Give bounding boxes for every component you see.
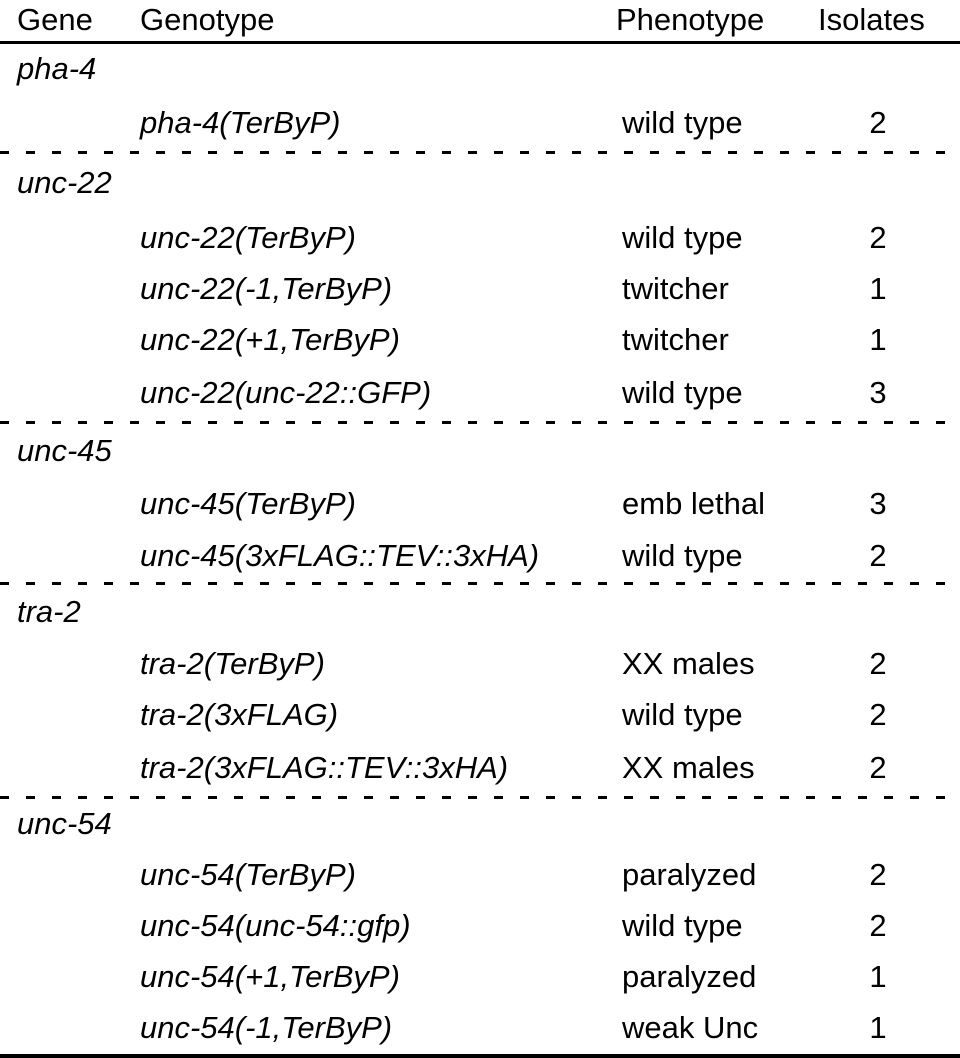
isolates-cell: 2 [869, 538, 887, 573]
phenotype-cell: wild type [622, 220, 743, 255]
table-row: unc-54(TerByP) paralyzed 2 [0, 849, 960, 900]
genotype-cell: tra-2(3xFLAG) [140, 697, 339, 732]
isolates-cell: 2 [869, 908, 887, 943]
column-header-isolates: Isolates [818, 2, 925, 37]
genotype-cell: unc-54(+1,TerByP) [140, 959, 400, 994]
phenotype-cell: weak Unc [622, 1010, 759, 1045]
genotype-cell: unc-45(TerByP) [140, 486, 356, 521]
genotype-phenotype-table: Gene Genotype Phenotype Isolates pha-4 ph… [0, 0, 960, 1058]
isolates-cell: 2 [869, 646, 887, 681]
gene-name: tra-2 [17, 594, 81, 629]
isolates-cell: 2 [869, 220, 887, 255]
gene-name: unc-22 [17, 165, 112, 200]
phenotype-cell: XX males [622, 646, 755, 681]
table-row: unc-54(unc-54::gfp) wild type 2 [0, 900, 960, 951]
isolates-cell: 1 [869, 959, 887, 994]
genotype-cell: unc-54(-1,TerByP) [140, 1010, 393, 1045]
isolates-cell: 1 [869, 1010, 887, 1045]
phenotype-cell: paralyzed [622, 857, 757, 892]
isolates-cell: 2 [869, 697, 887, 732]
table-body: pha-4 pha-4(TerByP) wild type 2 unc-22 unc-22… [0, 44, 960, 1054]
phenotype-cell: paralyzed [622, 959, 757, 994]
genotype-cell: unc-22(unc-22::GFP) [140, 375, 432, 410]
genotype-cell: unc-22(TerByP) [140, 220, 356, 255]
column-header-genotype: Genotype [140, 2, 275, 37]
table-row: tra-2(3xFLAG) wild type 2 [0, 689, 960, 740]
isolates-cell: 2 [869, 750, 887, 785]
table-row: unc-45(3xFLAG::TEV::3xHA) wild type 2 [0, 529, 960, 582]
genotype-cell: unc-45(3xFLAG::TEV::3xHA) [140, 538, 540, 573]
table-header-row: Gene Genotype Phenotype Isolates [0, 0, 960, 41]
phenotype-cell: emb lethal [622, 486, 766, 521]
isolates-cell: 1 [869, 322, 887, 357]
phenotype-cell: twitcher [622, 271, 729, 306]
table-row: unc-22(TerByP) wild type 2 [0, 212, 960, 263]
genotype-cell: unc-54(TerByP) [140, 857, 356, 892]
column-header-phenotype: Phenotype [616, 2, 765, 37]
isolates-cell: 2 [869, 105, 887, 140]
gene-section-unc-54: unc-54 unc-54(TerByP) paralyzed 2 unc-54(unc… [0, 799, 960, 1054]
isolates-cell: 2 [869, 857, 887, 892]
table-row: unc-22(unc-22::GFP) wild type 3 [0, 365, 960, 421]
phenotype-cell: twitcher [622, 322, 729, 357]
phenotype-cell: wild type [622, 538, 743, 573]
isolates-cell: 1 [869, 271, 887, 306]
phenotype-cell: XX males [622, 750, 755, 785]
gene-name: unc-45 [17, 433, 112, 468]
gene-section-pha-4: pha-4 pha-4(TerByP) wild type 2 [0, 44, 960, 151]
table-row: unc-54(-1,TerByP) weak Unc 1 [0, 1002, 960, 1054]
table-row: unc-22(+1,TerByP) twitcher 1 [0, 314, 960, 365]
genotype-cell: unc-22(+1,TerByP) [140, 322, 400, 357]
column-header-gene: Gene [17, 2, 93, 37]
isolates-cell: 3 [869, 486, 887, 521]
genotype-cell: pha-4(TerByP) [140, 105, 341, 140]
gene-section-tra-2: tra-2 tra-2(TerByP) XX males 2 tra-2(3xFLAG)… [0, 585, 960, 796]
table-row: pha-4(TerByP) wild type 2 [0, 94, 960, 151]
table-row: unc-54(+1,TerByP) paralyzed 1 [0, 951, 960, 1002]
genotype-cell: unc-54(unc-54::gfp) [140, 908, 411, 943]
gene-name: pha-4 [17, 51, 97, 86]
gene-section-unc-45: unc-45 unc-45(TerByP) emb lethal 3 unc-45(3x… [0, 424, 960, 582]
table-row: tra-2(TerByP) XX males 2 [0, 638, 960, 689]
table-bottom-rule [0, 1054, 960, 1058]
genotype-cell: tra-2(3xFLAG::TEV::3xHA) [140, 750, 509, 785]
gene-name: unc-54 [17, 806, 112, 841]
genotype-cell: unc-22(-1,TerByP) [140, 271, 393, 306]
gene-section-unc-22: unc-22 unc-22(TerByP) wild type 2 unc-22(-1,… [0, 154, 960, 421]
phenotype-cell: wild type [622, 375, 743, 410]
table-row: unc-22(-1,TerByP) twitcher 1 [0, 263, 960, 314]
table-row: unc-45(TerByP) emb lethal 3 [0, 478, 960, 529]
phenotype-cell: wild type [622, 908, 743, 943]
table-row: tra-2(3xFLAG::TEV::3xHA) XX males 2 [0, 740, 960, 796]
phenotype-cell: wild type [622, 105, 743, 140]
phenotype-cell: wild type [622, 697, 743, 732]
genotype-cell: tra-2(TerByP) [140, 646, 325, 681]
isolates-cell: 3 [869, 375, 887, 410]
